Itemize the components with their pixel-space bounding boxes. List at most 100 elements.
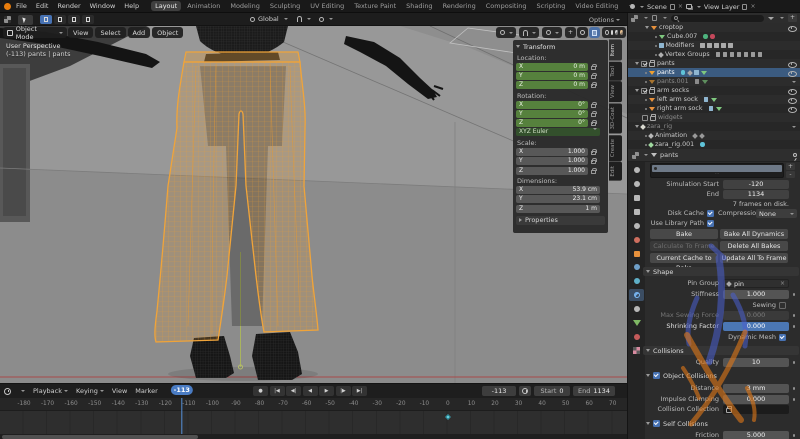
workspace-tab-sculpting[interactable]: Sculpting [266,1,304,11]
timeline-tracks[interactable] [0,411,627,434]
new-collection-button[interactable]: + [788,14,797,22]
quality-slider[interactable]: 10 [723,358,789,367]
panel-title[interactable]: Transform [523,43,555,51]
visibility-eye-icon[interactable] [788,88,796,94]
new-view-layer-icon[interactable] [742,4,747,10]
select-mode-extend-button[interactable] [54,15,66,24]
object-collisions-header[interactable]: Object Collisions [643,371,799,380]
animate-dot[interactable] [793,361,796,364]
outliner-row-pants-001[interactable]: pants.001 [628,77,800,86]
menu-edit[interactable]: Edit [36,2,49,10]
rendered-shading-icon[interactable] [620,30,623,35]
frame-end-field[interactable]: End1134 [573,386,615,396]
lock-icon[interactable] [591,170,596,174]
lock-icon[interactable] [591,104,596,108]
location-x-field[interactable]: X0 m [516,63,588,71]
expand-icon[interactable] [635,89,639,92]
workspace-tab-uv-editing[interactable]: UV Editing [306,1,348,11]
collection-checkbox[interactable] [642,115,648,121]
current-frame-field[interactable]: -113 [482,386,516,396]
play-reverse-button[interactable]: ◀ [303,386,318,396]
collection-checkbox[interactable] [641,88,647,94]
max-sewing-force-slider[interactable]: 0.000 [723,311,789,320]
sidebar-tab-3d-coat[interactable]: 3D-Coat [609,103,622,133]
editor-type-icon[interactable] [631,15,638,22]
current-frame-badge[interactable]: -113 [171,385,193,395]
prev-keyframe-button[interactable]: ◀| [286,386,301,396]
viewport-menu-add[interactable]: Add [128,27,151,38]
outliner-row-vertex-groups[interactable]: Vertex Groups [628,50,800,59]
animate-dot[interactable] [793,314,796,317]
xray-toggle[interactable] [589,27,600,38]
timeline-menu-view[interactable]: View [112,387,127,395]
lock-icon[interactable] [591,160,596,164]
workspace-tab-scripting[interactable]: Scripting [533,1,570,11]
timeline-menu-marker[interactable]: Marker [135,387,157,395]
lock-icon[interactable] [591,75,596,79]
location-y-field[interactable]: Y0 m [516,72,588,80]
shrinking-factor-slider[interactable]: 0.000 [723,322,789,331]
visibility-eye-icon[interactable] [788,106,796,112]
rotation-z-field[interactable]: Z0° [516,119,588,127]
update-all-to-frame-button[interactable]: Update All To Frame [720,253,788,263]
proportional-editing-dropdown[interactable] [542,27,562,38]
outliner-row-left-arm-sock[interactable]: left arm sock [628,95,800,104]
object-collisions-checkbox[interactable] [653,372,660,379]
active-tool-button[interactable] [18,15,33,25]
proportional-edit-icon[interactable] [319,17,324,22]
record-button[interactable]: ● [253,386,268,396]
simulation-end-field[interactable]: 1134 [723,190,789,199]
chevron-down-icon[interactable] [792,126,796,128]
mode-selector[interactable]: Object Mode [3,27,67,38]
transform-orientation[interactable]: Global [250,15,333,23]
clear-icon[interactable]: × [780,280,785,287]
scale-y-field[interactable]: Y1.000 [516,157,588,165]
calculate-to-frame-button[interactable]: Calculate To Frame [650,241,718,251]
outliner-search-input[interactable] [671,15,764,22]
workspace-tab-video-editing[interactable]: Video Editing [571,1,622,11]
breadcrumb[interactable]: pants [660,151,678,159]
self-collisions-header[interactable]: Self Collisions [643,419,799,428]
menu-help[interactable]: Help [124,2,139,10]
display-mode-icon[interactable] [652,15,657,21]
sidebar-tab-item[interactable]: Item [609,40,622,61]
properties-tab-world[interactable] [629,233,644,245]
outliner-row-zara-rig-001[interactable]: zara_rig.001 [628,140,800,149]
timeline-menu-keying[interactable]: Keying [76,387,104,395]
editor-type-icon[interactable] [632,152,639,159]
viewport-menu-view[interactable]: View [68,27,93,38]
impulse-clamping-slider[interactable]: 0.000 [723,395,789,404]
outliner-row-arm-socks[interactable]: arm socks [628,86,800,95]
rotation-y-field[interactable]: Y0° [516,110,588,118]
properties-tab-modifiers[interactable] [629,261,644,273]
panel-expand-icon[interactable] [516,45,520,48]
simulation-start-field[interactable]: -120 [723,180,789,189]
sidebar-tab-edit[interactable]: Edit [609,162,622,181]
viewport-3d[interactable]: Object Mode ViewSelectAddObject + User P… [0,26,627,383]
workspace-tab-animation[interactable]: Animation [183,1,224,11]
dimensions-x-field[interactable]: X53.9 cm [516,186,600,194]
properties-tab-object[interactable] [629,247,644,259]
frame-start-field[interactable]: Start0 [534,386,570,396]
self-collisions-checkbox[interactable] [653,420,660,427]
select-mode-set-button[interactable] [40,15,52,24]
workspace-tab-layout[interactable]: Layout [151,1,181,11]
expand-icon[interactable] [635,62,639,65]
delete-all-bakes-button[interactable]: Delete All Bakes [720,241,788,251]
sidebar-tab-view[interactable]: View [609,81,622,102]
disk-cache-checkbox[interactable] [707,210,714,217]
editor-type-icon[interactable] [4,388,11,395]
properties-tab-tool[interactable] [629,164,644,176]
solid-shading-icon[interactable] [611,30,614,35]
viewport-menu-select[interactable]: Select [95,27,125,38]
rotation-mode-dropdown[interactable]: XYZ Euler [516,128,600,136]
workspace-tab-rendering[interactable]: Rendering [439,1,480,11]
collection-checkbox[interactable] [641,61,647,67]
dimensions-z-field[interactable]: Z1 m [516,205,600,213]
visibility-eye-icon[interactable] [788,25,796,31]
expand-icon[interactable] [635,125,639,128]
view-layer-field[interactable]: View Layer [704,3,740,11]
select-mode-intersect-button[interactable] [82,15,94,24]
collision-collection-field[interactable] [723,405,789,414]
show-overlays-toggle[interactable] [577,27,588,38]
